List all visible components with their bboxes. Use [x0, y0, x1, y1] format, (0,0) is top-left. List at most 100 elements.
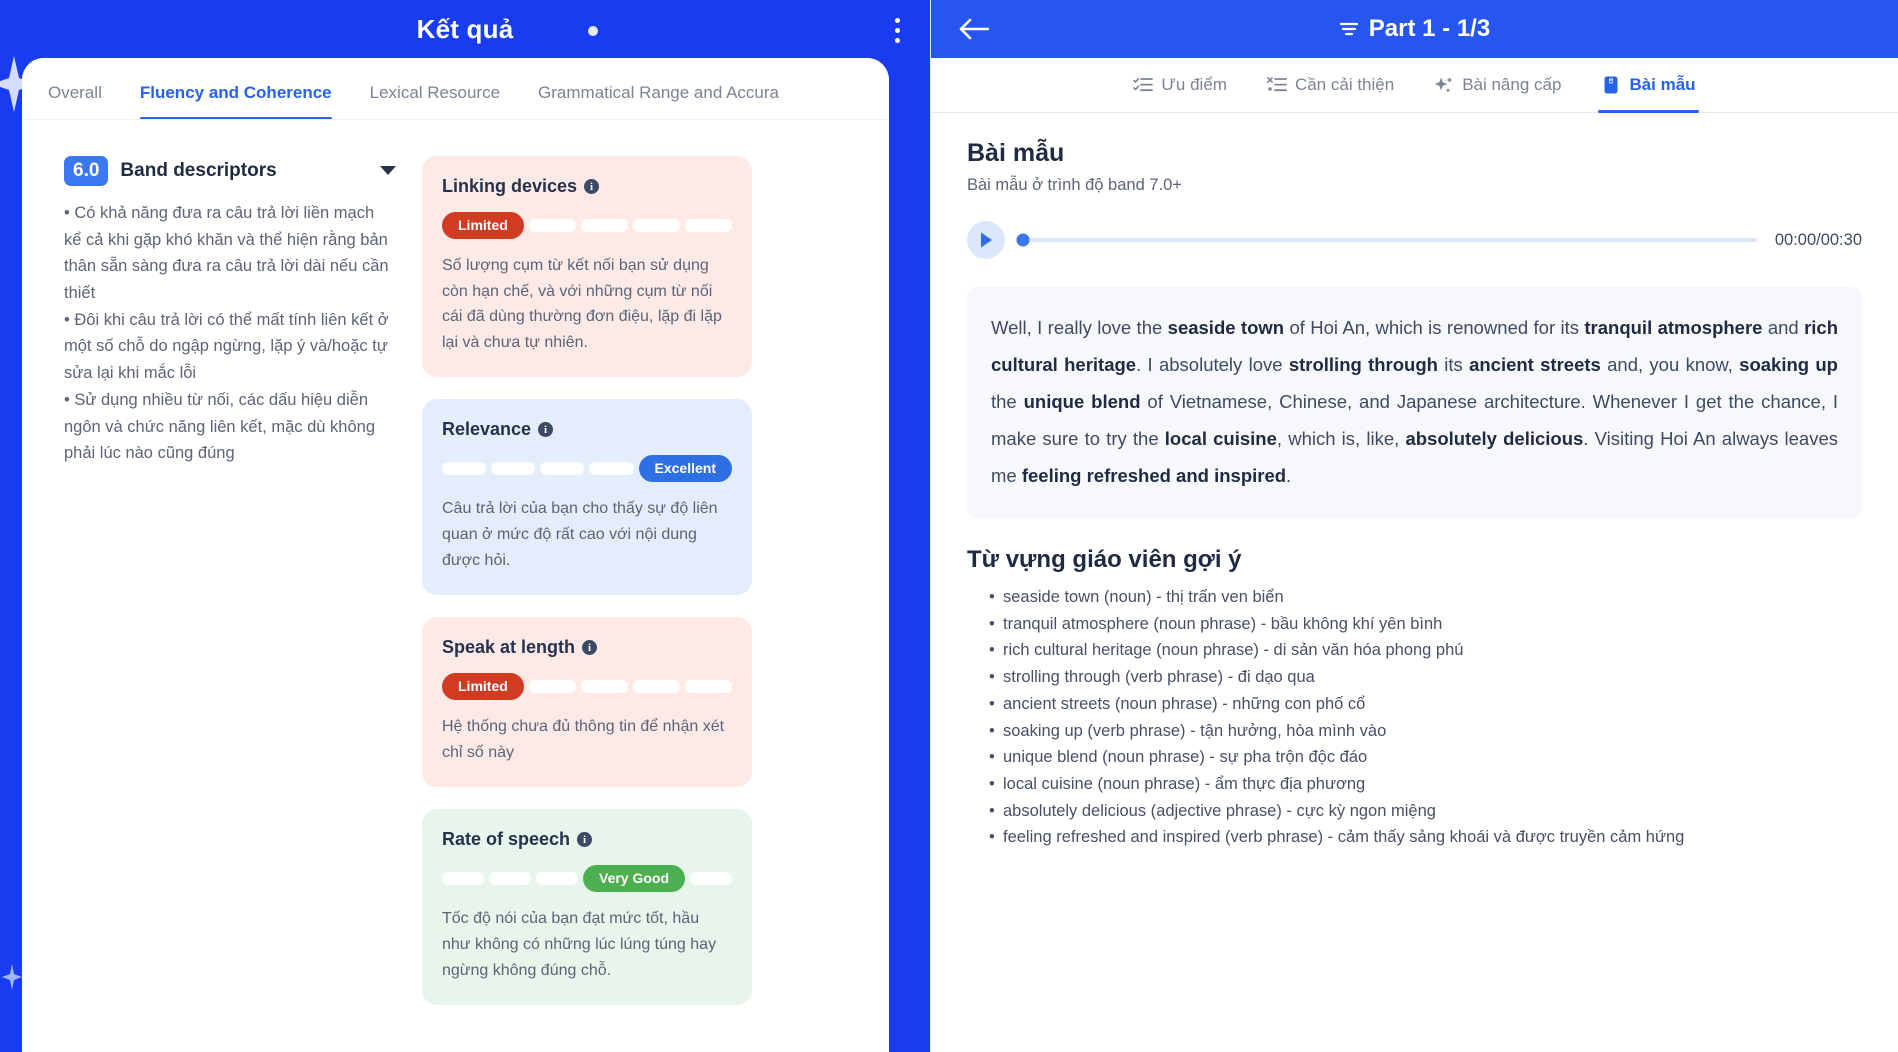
play-icon[interactable]: [967, 221, 1005, 259]
info-icon[interactable]: i: [577, 832, 593, 848]
x-list-icon: [1267, 76, 1287, 94]
sample-tabs: Ưu điểm Cần cải thiện Bài nâng cấp Bài m…: [931, 58, 1898, 113]
part-title-text: Part 1 - 1/3: [1368, 15, 1491, 42]
scale-segment: [684, 679, 733, 693]
arrow-left-icon[interactable]: [957, 12, 991, 46]
metric-card-rate-of-speech: Rate of speech i Very Good Tốc độ nói củ…: [422, 809, 752, 1006]
checklist-icon: [1133, 76, 1154, 94]
list-item: tranquil atmosphere (noun phrase) - bầu …: [989, 611, 1862, 638]
scale-segment: [442, 871, 484, 885]
audio-progress-knob[interactable]: [1016, 233, 1030, 247]
sample-content: Bài mẫu Bài mẫu ở trình độ band 7.0+ 00:…: [931, 113, 1898, 1052]
scale-segment: [489, 871, 531, 885]
list-item: seaside town (noun) - thị trấn ven biển: [989, 584, 1862, 611]
tab-overall[interactable]: Overall: [48, 83, 102, 119]
tab-label: Bài mẫu: [1629, 75, 1696, 94]
audio-time: 00:00/00:30: [1774, 230, 1862, 249]
metric-title: Speak at length i: [442, 637, 732, 658]
sample-subtitle: Bài mẫu ở trình độ band 7.0+: [967, 176, 1182, 194]
book-icon: [1601, 75, 1621, 95]
tab-label: Bài nâng cấp: [1462, 75, 1562, 94]
sample-title: Bài mẫu: [967, 139, 1065, 167]
page-title: Kết quả: [416, 13, 514, 44]
tab-grammatical-range[interactable]: Grammatical Range and Accura: [538, 83, 779, 119]
tab-can-cai-thien[interactable]: Cần cải thiện: [1264, 58, 1397, 113]
scale-segment: [442, 461, 487, 475]
tab-fluency-and-coherence[interactable]: Fluency and Coherence: [139, 83, 332, 119]
more-vertical-icon[interactable]: [886, 14, 908, 46]
results-card: Overall Fluency and Coherence Lexical Re…: [22, 58, 889, 1052]
info-icon[interactable]: i: [538, 422, 554, 438]
band-descriptors-label: Band descriptors: [120, 159, 277, 181]
info-icon[interactable]: i: [582, 640, 598, 656]
info-icon[interactable]: i: [584, 179, 600, 194]
metrics-section: Linking devices i Limited Số lượng cụm t…: [422, 156, 752, 1052]
criteria-content: 6.0 Band descriptors • Có khả năng đưa r…: [22, 120, 889, 1052]
part-title: Part 1 - 1/3: [931, 15, 1898, 43]
metric-scale: Excellent: [442, 454, 732, 482]
scale-segment: [528, 679, 576, 693]
tab-lexical-resource[interactable]: Lexical Resource: [370, 83, 500, 119]
status-badge: Very Good: [583, 864, 686, 892]
list-item: strolling through (verb phrase) - đi dạo…: [989, 664, 1862, 691]
list-item: local cuisine (noun phrase) - ẩm thực đị…: [989, 771, 1862, 798]
metric-description: Tốc độ nói của bạn đạt mức tốt, hầu như …: [442, 910, 717, 979]
tab-label: Cần cải thiện: [1294, 75, 1395, 94]
tab-uu-diem[interactable]: Ưu điểm: [1130, 58, 1230, 113]
sample-header: Part 1 - 1/3: [931, 0, 1898, 58]
band-descriptors-header[interactable]: 6.0 Band descriptors: [64, 156, 396, 186]
metric-title-text: Speak at length: [442, 637, 576, 658]
band-descriptor-bullet: • Đôi khi câu trả lời có thể mất tính li…: [64, 310, 389, 383]
metric-description: Câu trả lời của bạn cho thấy sự độ liên …: [442, 500, 718, 569]
band-descriptors-section: 6.0 Band descriptors • Có khả năng đưa r…: [22, 156, 422, 1052]
tab-bai-mau[interactable]: Bài mẫu: [1598, 58, 1699, 113]
list-item: absolutely delicious (adjective phrase) …: [989, 798, 1862, 825]
sparkle-decoration: [2, 964, 22, 990]
metric-description: Số lượng cụm từ kết nối bạn sử dụng còn …: [442, 257, 722, 351]
metric-title: Relevance i: [442, 419, 732, 440]
scale-segment: [690, 871, 733, 885]
status-badge: Limited: [442, 211, 524, 239]
metric-card-relevance: Relevance i Excellent Câu trả lời của bạ…: [422, 399, 752, 596]
tab-label: Ưu điểm: [1161, 75, 1227, 94]
status-badge: Limited: [442, 672, 524, 700]
list-item: unique blend (noun phrase) - sự pha trộn…: [989, 744, 1862, 771]
scale-segment: [632, 679, 680, 693]
filter-list-icon: [1339, 20, 1359, 38]
criteria-tabs: Overall Fluency and Coherence Lexical Re…: [22, 58, 889, 120]
list-item: feeling refreshed and inspired (verb phr…: [989, 824, 1862, 851]
tab-bai-nang-cap[interactable]: Bài nâng cấp: [1431, 58, 1564, 113]
metric-title-text: Relevance: [442, 419, 532, 440]
metric-title-text: Linking devices: [442, 176, 578, 196]
audio-player: 00:00/00:30: [967, 221, 1862, 259]
audio-progress-slider[interactable]: [1016, 233, 1757, 247]
scale-segment: [589, 461, 634, 475]
status-badge: Excellent: [638, 454, 732, 482]
band-descriptor-list: • Có khả năng đưa ra câu trả lời liền mạ…: [64, 200, 396, 467]
metric-scale: Very Good: [442, 864, 733, 892]
metric-card-speak-at-length: Speak at length i Limited Hệ thống chưa …: [422, 617, 752, 788]
band-descriptor-bullet: • Có khả năng đưa ra câu trả lời liền mạ…: [64, 203, 389, 302]
scale-segment: [528, 218, 576, 232]
vocabulary-list: seaside town (noun) - thị trấn ven biển …: [967, 584, 1862, 851]
results-header: Kết quả: [0, 0, 930, 58]
app-root: Kết quả Overall Fluency and Coherence Le…: [0, 0, 1898, 1052]
metric-title: Rate of speech i: [442, 829, 732, 850]
sample-passage: Well, I really love the seaside town of …: [967, 287, 1862, 518]
scale-segment: [491, 461, 536, 475]
scale-segment: [580, 679, 628, 693]
band-score-badge: 6.0: [64, 156, 109, 186]
list-item: rich cultural heritage (noun phrase) - d…: [989, 637, 1862, 664]
scale-segment: [540, 461, 585, 475]
metric-description: Hệ thống chưa đủ thông tin để nhận xét c…: [442, 718, 725, 761]
metric-card-linking-devices: Linking devices i Limited Số lượng cụm t…: [422, 156, 752, 378]
scale-segment: [632, 218, 680, 232]
metric-title: Linking devices i: [442, 176, 732, 197]
metric-scale: Limited: [442, 211, 733, 239]
vocabulary-title: Từ vựng giáo viên gợi ý: [967, 546, 1242, 573]
header-status-dot: [588, 26, 598, 36]
chevron-down-icon[interactable]: [380, 166, 396, 176]
sample-panel: Part 1 - 1/3 Ưu điểm Cần cải thiện Bài n…: [930, 0, 1898, 1052]
scale-segment: [684, 218, 733, 232]
list-item: soaking up (verb phrase) - tận hưởng, hò…: [989, 718, 1862, 745]
